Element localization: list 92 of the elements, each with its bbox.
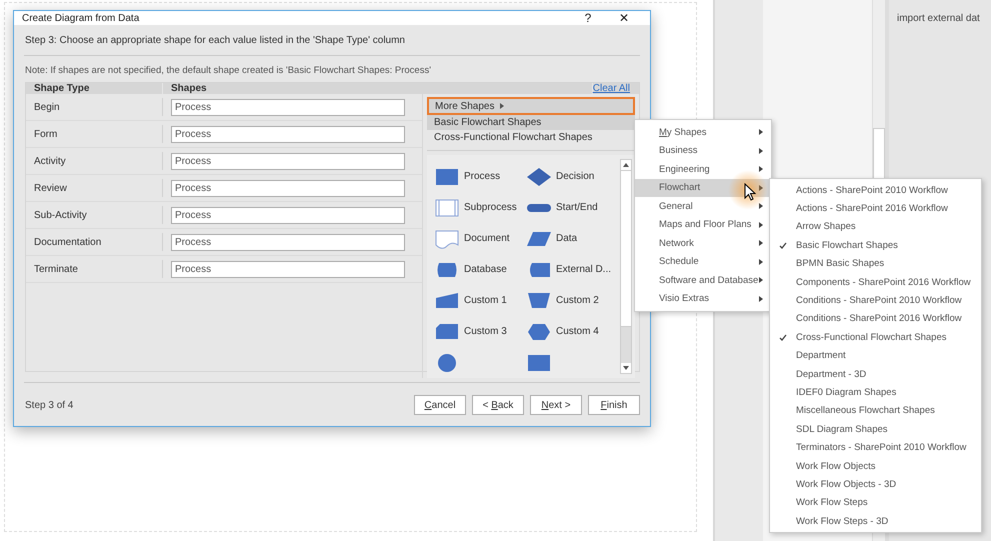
menu-item[interactable]: Visio Extras: [635, 290, 771, 308]
document-shape-icon: [434, 228, 460, 250]
scrollbar[interactable]: [620, 159, 632, 374]
mouse-pointer-icon: [744, 183, 756, 202]
menu-item[interactable]: SDL Diagram Shapes: [770, 420, 981, 438]
submenu-arrow-icon: [759, 184, 763, 191]
shape-label: Decision: [556, 171, 594, 182]
step-indicator: Step 3 of 4: [24, 400, 74, 410]
close-button[interactable]: ✕: [606, 11, 642, 25]
menu-item[interactable]: Components - SharePoint 2016 Workflow: [770, 272, 981, 292]
note-text: Note: If shapes are not specified, the default shape created is 'Basic Flowchart Shapes: Process': [24, 64, 432, 78]
menu-item[interactable]: Conditions - SharePoint 2016 Workflow: [770, 310, 981, 328]
menu-item[interactable]: General: [635, 197, 771, 216]
menu-item[interactable]: Work Flow Objects: [770, 456, 981, 476]
submenu-arrow-icon: [759, 203, 763, 210]
menu-item[interactable]: Arrow Shapes: [770, 218, 981, 236]
menu-item[interactable]: Engineering: [635, 160, 771, 178]
menu-item[interactable]: Terminators - SharePoint 2010 Workflow: [770, 438, 981, 457]
menu-item[interactable]: Flowchart: [635, 178, 771, 197]
shape-label: Document: [464, 233, 510, 244]
menu-item[interactable]: Work Flow Steps - 3D: [770, 512, 981, 530]
menu-item[interactable]: Work Flow Steps: [770, 494, 981, 512]
menu-item[interactable]: Work Flow Objects - 3D: [770, 475, 981, 494]
menu-item[interactable]: Schedule: [635, 252, 771, 271]
step-heading: Step 3: Choose an appropriate shape for each value listed in the 'Shape Type' column: [24, 25, 640, 56]
shape-input-field[interactable]: Process: [171, 98, 405, 116]
panel-text: import external dat: [897, 13, 980, 24]
menu-item[interactable]: Actions - SharePoint 2010 Workflow: [770, 181, 981, 200]
menu-item[interactable]: Software and Database: [635, 271, 771, 290]
menu-item[interactable]: Business: [635, 142, 771, 160]
shape-label: Process: [464, 171, 500, 182]
shape-input-field[interactable]: Process: [171, 206, 405, 224]
clear-all-link[interactable]: Clear All: [592, 83, 630, 94]
wizard-button[interactable]: Next >: [530, 395, 582, 415]
shape-input-field[interactable]: Process: [171, 260, 405, 278]
shape-type-cell: Begin: [26, 98, 163, 116]
wizard-button[interactable]: < Back: [472, 395, 524, 415]
shape-label: Database: [464, 264, 507, 275]
submenu-arrow-icon: [759, 240, 763, 246]
shape-input-field[interactable]: Process: [171, 126, 405, 142]
wizard-button[interactable]: Finish: [588, 395, 640, 415]
submenu-arrow-icon: [759, 258, 763, 265]
column-header: Shape Type: [26, 83, 163, 94]
shape-label: Subprocess: [464, 202, 517, 213]
column-header: Shapes: [163, 83, 593, 94]
menu-item[interactable]: Miscellaneous Flowchart Shapes: [770, 402, 981, 420]
stencil-item[interactable]: Basic Flowchart Shapes: [427, 115, 635, 130]
submenu-arrow-icon: [759, 296, 763, 302]
menu-item[interactable]: Basic Flowchart Shapes: [770, 236, 981, 255]
shape-type-cell: Form: [26, 125, 163, 143]
wizard-button[interactable]: Cancel: [414, 395, 466, 415]
shape-label: Custom 1: [464, 295, 507, 306]
shape-input-field[interactable]: Process: [171, 152, 405, 170]
decision-shape-icon: [526, 166, 552, 188]
menu-item[interactable]: Network: [635, 234, 771, 252]
menu-item[interactable]: Actions - SharePoint 2016 Workflow: [770, 199, 981, 218]
menu-item[interactable]: Maps and Floor Plans: [635, 216, 771, 234]
help-button[interactable]: ?: [570, 11, 606, 25]
shape-label: Custom 3: [464, 326, 507, 337]
submenu-arrow-icon: [759, 129, 763, 136]
menu-item[interactable]: IDEF0 Diagram Shapes: [770, 383, 981, 402]
submenu-arrow-icon: [759, 277, 763, 284]
menu-item[interactable]: Department: [770, 346, 981, 365]
menu-item[interactable]: Department - 3D: [770, 364, 981, 384]
submenu-arrow-icon: [759, 222, 763, 228]
shape-label: External D...: [556, 264, 612, 275]
shape-label: Custom 2: [556, 295, 599, 306]
stencil-item[interactable]: Cross-Functional Flowchart Shapes: [427, 130, 635, 145]
menu-item[interactable]: Cross-Functional Flowchart Shapes: [770, 328, 981, 347]
menu-item[interactable]: Conditions - SharePoint 2010 Workflow: [770, 291, 981, 310]
shape-type-cell: Sub-Activity: [26, 206, 163, 224]
scroll-down-icon: [623, 366, 629, 370]
check-icon: [779, 334, 787, 341]
shape-input-field[interactable]: Process: [171, 180, 405, 196]
shape-type-cell: Activity: [26, 152, 163, 170]
window-title: Create Diagram from Data: [22, 12, 140, 24]
shape-type-cell: Review: [26, 179, 163, 197]
shape-input-field[interactable]: Process: [171, 234, 405, 250]
submenu-arrow-icon: [500, 103, 504, 109]
shape-type-cell: Terminate: [26, 260, 163, 278]
shape-label: Custom 4: [556, 326, 599, 337]
shape-type-cell: Documentation: [26, 233, 163, 251]
more-shapes-button[interactable]: More Shapes: [427, 97, 635, 115]
submenu-arrow-icon: [759, 148, 763, 154]
submenu-arrow-icon: [759, 166, 763, 172]
shape-label: Data: [556, 233, 578, 244]
menu-item[interactable]: My Shapes: [635, 123, 771, 142]
subprocess-shape-icon: [434, 196, 460, 218]
scroll-up-icon: [623, 163, 629, 167]
menu-item[interactable]: BPMN Basic Shapes: [770, 254, 981, 273]
check-icon: [779, 242, 787, 249]
shape-label: Start/End: [556, 202, 598, 213]
